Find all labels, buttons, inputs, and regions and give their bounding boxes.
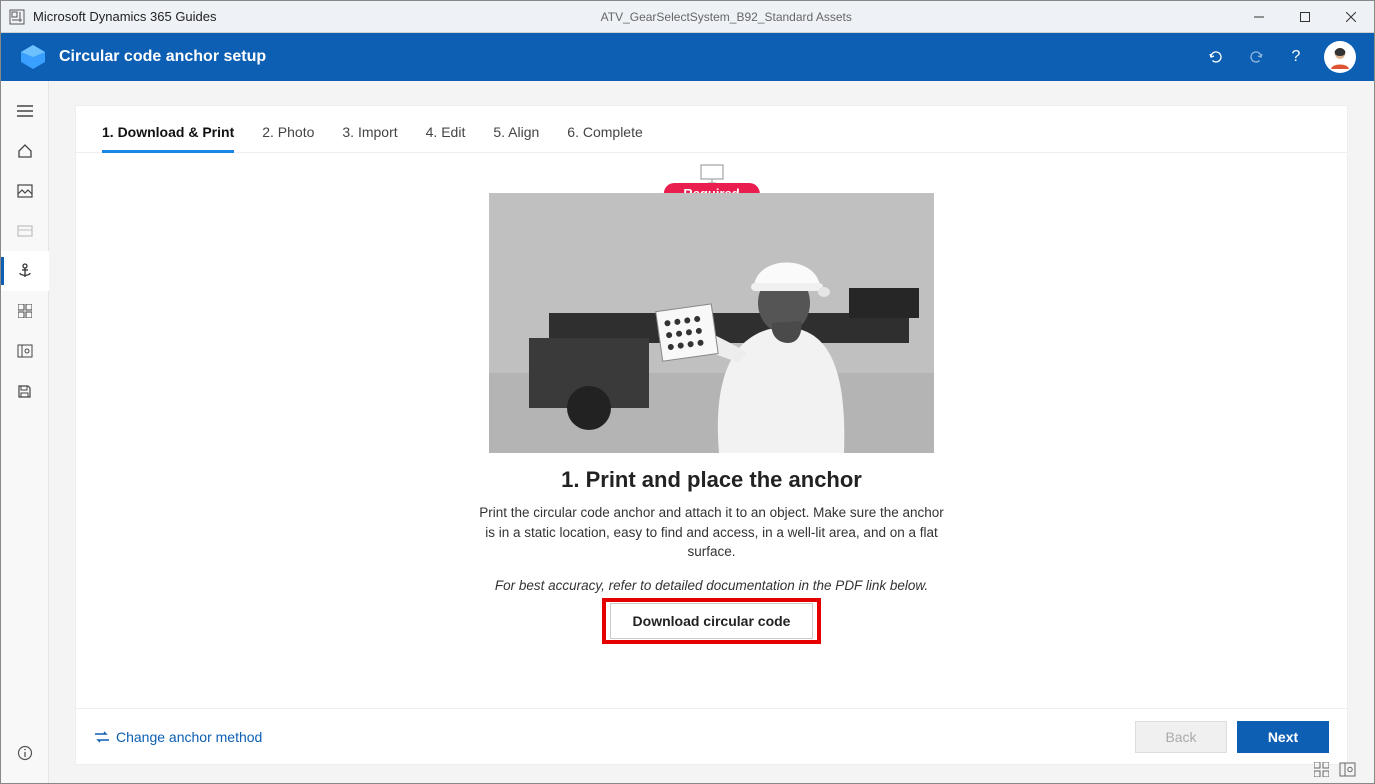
page-title: Circular code anchor setup xyxy=(59,48,266,66)
tab-photo[interactable]: 2. Photo xyxy=(262,124,314,152)
window-minimize-button[interactable] xyxy=(1236,1,1282,33)
next-button[interactable]: Next xyxy=(1237,721,1329,753)
app-name: Microsoft Dynamics 365 Guides xyxy=(33,9,217,24)
tab-import[interactable]: 3. Import xyxy=(342,124,397,152)
grid-view-icon[interactable] xyxy=(1314,762,1329,777)
info-icon[interactable] xyxy=(1,733,49,773)
guides-logo-icon xyxy=(19,43,47,71)
window-close-button[interactable] xyxy=(1328,1,1374,33)
save-icon[interactable] xyxy=(1,371,49,411)
step-note: For best accuracy, refer to detailed doc… xyxy=(495,578,928,593)
step-description: Print the circular code anchor and attac… xyxy=(477,503,947,562)
hero-image xyxy=(489,193,934,453)
left-rail xyxy=(1,81,49,783)
document-title: ATV_GearSelectSystem_B92_Standard Assets xyxy=(217,10,1236,24)
tab-complete[interactable]: 6. Complete xyxy=(567,124,642,152)
back-button[interactable]: Back xyxy=(1135,721,1227,753)
help-button[interactable]: ? xyxy=(1278,39,1314,75)
window-maximize-button[interactable] xyxy=(1282,1,1328,33)
card-icon[interactable] xyxy=(1,211,49,251)
change-anchor-method-link[interactable]: Change anchor method xyxy=(94,729,262,745)
undo-button[interactable] xyxy=(1198,39,1234,75)
anchor-icon[interactable] xyxy=(1,251,49,291)
monitor-icon xyxy=(699,163,725,185)
home-icon[interactable] xyxy=(1,131,49,171)
step-tabs: 1. Download & Print 2. Photo 3. Import 4… xyxy=(76,106,1347,153)
tab-align[interactable]: 5. Align xyxy=(493,124,539,152)
app-header: Circular code anchor setup ? xyxy=(1,33,1374,81)
download-circular-code-button[interactable]: Download circular code xyxy=(610,603,814,639)
step-heading: 1. Print and place the anchor xyxy=(561,467,862,493)
app-icon xyxy=(9,9,25,25)
user-avatar[interactable] xyxy=(1324,41,1356,73)
tab-download-print[interactable]: 1. Download & Print xyxy=(102,124,234,152)
menu-icon[interactable] xyxy=(1,91,49,131)
panel-view-icon[interactable] xyxy=(1339,762,1356,777)
settings-panel-icon[interactable] xyxy=(1,331,49,371)
change-anchor-method-label: Change anchor method xyxy=(116,729,262,745)
setup-card: 1. Download & Print 2. Photo 3. Import 4… xyxy=(75,105,1348,765)
redo-button[interactable] xyxy=(1238,39,1274,75)
window-titlebar: Microsoft Dynamics 365 Guides ATV_GearSe… xyxy=(1,1,1374,33)
grid-icon[interactable] xyxy=(1,291,49,331)
image-icon[interactable] xyxy=(1,171,49,211)
tab-edit[interactable]: 4. Edit xyxy=(426,124,466,152)
